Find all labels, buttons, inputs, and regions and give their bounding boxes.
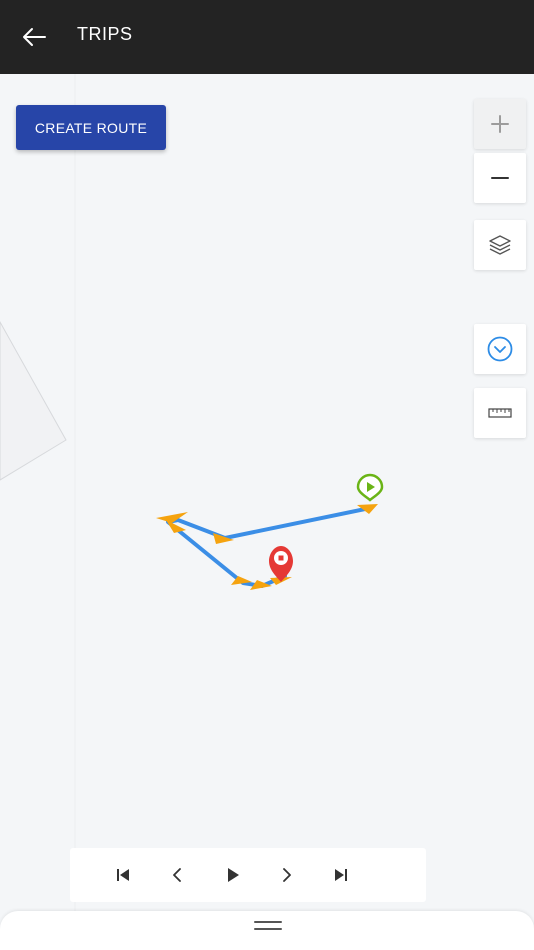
plus-icon bbox=[491, 115, 509, 133]
next-icon bbox=[283, 868, 291, 882]
page-title: TRIPS bbox=[77, 24, 133, 44]
zoom-out-button[interactable] bbox=[474, 153, 526, 203]
back-button[interactable] bbox=[14, 17, 54, 57]
collapse-button[interactable] bbox=[474, 324, 526, 374]
ruler-icon bbox=[488, 408, 512, 418]
trip-route-line bbox=[166, 506, 372, 588]
skip-last-icon bbox=[335, 869, 347, 881]
play-button[interactable] bbox=[218, 860, 248, 890]
drag-handle-line bbox=[254, 928, 282, 930]
skip-first-button[interactable] bbox=[108, 860, 138, 890]
previous-icon bbox=[173, 868, 181, 882]
next-button[interactable] bbox=[272, 860, 302, 890]
chevron-circle-down-icon bbox=[487, 336, 513, 362]
stop-icon bbox=[278, 555, 284, 561]
map-canvas bbox=[0, 74, 384, 950]
trip-start-marker[interactable] bbox=[356, 473, 384, 502]
bottom-sheet bbox=[0, 911, 534, 950]
play-icon bbox=[228, 868, 239, 882]
zoom-in-button[interactable] bbox=[474, 99, 526, 149]
map-view[interactable] bbox=[0, 74, 534, 950]
map-area-shape bbox=[0, 320, 67, 481]
playback-bar bbox=[70, 848, 426, 902]
skip-last-button[interactable] bbox=[326, 860, 356, 890]
skip-first-icon bbox=[117, 869, 129, 881]
drag-handle[interactable] bbox=[254, 921, 282, 933]
arrow-left-icon bbox=[23, 28, 46, 46]
measure-button[interactable] bbox=[474, 388, 526, 438]
minus-icon bbox=[491, 177, 509, 179]
layers-button[interactable] bbox=[474, 220, 526, 270]
create-route-button[interactable]: CREATE ROUTE bbox=[16, 105, 166, 150]
trip-end-marker[interactable] bbox=[269, 546, 293, 582]
previous-button[interactable] bbox=[162, 860, 192, 890]
route-direction-arrows bbox=[156, 504, 378, 590]
layers-icon bbox=[489, 235, 511, 255]
app-bar: TRIPS bbox=[0, 0, 534, 74]
drag-handle-line bbox=[254, 921, 282, 923]
